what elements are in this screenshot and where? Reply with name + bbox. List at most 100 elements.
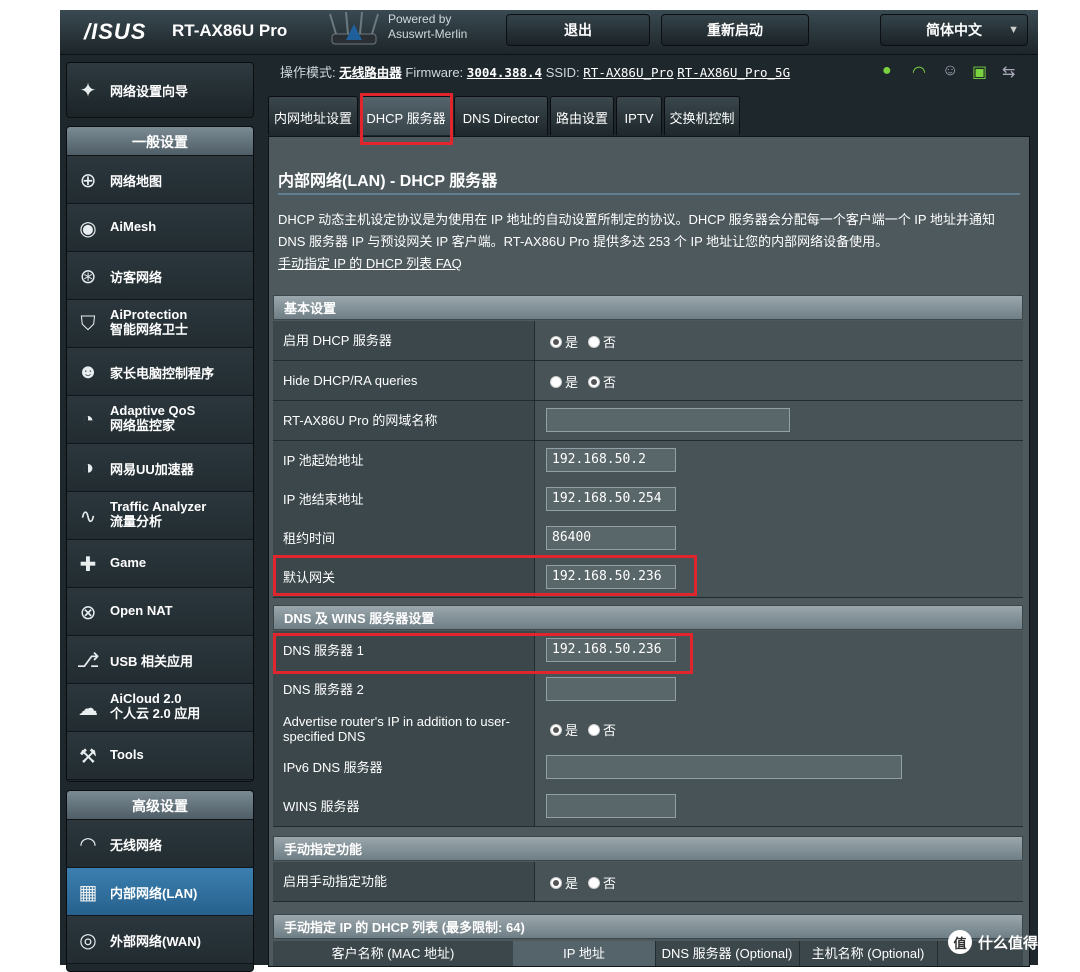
parental-control-icon: ☻ — [77, 360, 99, 383]
enable-dhcp-yes-radio[interactable]: 是 — [550, 332, 578, 351]
ipv6-dns-input[interactable] — [546, 755, 902, 779]
faq-link[interactable]: 手动指定 IP 的 DHCP 列表 FAQ — [278, 253, 462, 272]
sidebar-item-wan[interactable]: ◎ 外部网络(WAN) — [67, 916, 253, 964]
sidebar-item-guest-network[interactable]: ⊛ 访客网络 — [67, 252, 253, 300]
advanced-settings-header: 高级设置 — [67, 791, 253, 820]
hide-ra-yes-radio[interactable]: 是 — [550, 372, 578, 391]
dns2-input[interactable] — [546, 677, 676, 701]
tab-dns-director[interactable]: DNS Director — [454, 96, 548, 135]
watermark: 值 什么值得买 — [948, 928, 1053, 956]
wrench-icon: ⚒ — [79, 745, 97, 768]
ssid-2g-link[interactable]: RT-AX86U_Pro — [583, 65, 673, 80]
sidebar-item-title: 家长电脑控制程序 — [110, 366, 215, 381]
sidebar-item-title: AiCloud 2.0 — [110, 691, 182, 706]
sidebar-item-wireless[interactable]: ◠ 无线网络 — [67, 820, 253, 868]
pool-start-input[interactable]: 192.168.50.2 — [546, 448, 676, 472]
page-description: DHCP 动态主机设定协议是为使用在 IP 地址的自动设置所制定的协议。DHCP… — [278, 209, 1023, 253]
setup-wizard-button[interactable]: ✦ 网络设置向导 — [66, 62, 254, 118]
logout-button[interactable]: 退出 — [506, 14, 650, 46]
tab-iptv[interactable]: IPTV — [616, 96, 662, 135]
wireless-icon: ◠ — [79, 833, 97, 856]
language-select[interactable]: 简体中文 ▼ — [880, 14, 1028, 46]
sidebar-item-gauge[interactable]: ◔ Adaptive QoS 网络监控家 — [67, 396, 253, 444]
row-wins: WINS 服务器 — [273, 787, 1023, 827]
sidebar-item-lan[interactable]: ▦ 内部网络(LAN) — [67, 868, 253, 916]
wifi-icon[interactable]: ◠ — [912, 62, 926, 82]
row-domain-name: RT-AX86U Pro 的网域名称 — [273, 401, 1023, 441]
manual-yes-radio[interactable]: 是 — [550, 873, 578, 892]
usb-icon[interactable]: ⇆ — [1002, 62, 1015, 82]
wizard-label: 网络设置向导 — [110, 84, 189, 99]
globe-icon[interactable]: ● — [882, 62, 892, 80]
sidebar-item-shield[interactable]: ⛉ AiProtection 智能网络卫士 — [67, 300, 253, 348]
sidebar-item-cloud[interactable]: ☁ AiCloud 2.0 个人云 2.0 应用 — [67, 684, 253, 732]
radio-dot — [550, 376, 562, 388]
traffic-icon: ∿ — [79, 505, 97, 528]
manual-list-table-header: 客户名称 (MAC 地址) IP 地址 DNS 服务器 (Optional) 主… — [273, 941, 1023, 966]
devices-icon[interactable]: ▣ — [972, 62, 987, 82]
radio-yes-label: 是 — [565, 723, 579, 738]
hide-ra-label: Hide DHCP/RA queries — [273, 361, 535, 400]
tab-switch-control[interactable]: 交换机控制 — [664, 96, 740, 135]
pool-end-input[interactable]: 192.168.50.254 — [546, 487, 676, 511]
sidebar-item-title: 外部网络(WAN) — [110, 934, 201, 949]
speed-icon: ◑ — [81, 456, 95, 479]
hide-ra-no-radio[interactable]: 否 — [588, 372, 616, 391]
sidebar-item-title: 网易UU加速器 — [110, 462, 194, 477]
pool-end-label: IP 池结束地址 — [273, 480, 535, 519]
sidebar-item-speed[interactable]: ◑ 网易UU加速器 — [67, 444, 253, 492]
open-nat-icon: ⊗ — [79, 601, 97, 624]
usb-app-icon: ⎇ — [76, 649, 100, 672]
radio-dot — [550, 877, 562, 889]
sidebar-item-label: USB 相关应用 — [110, 651, 193, 670]
sidebar-item-subtitle: 个人云 2.0 应用 — [110, 706, 201, 721]
sidebar-item-label: AiProtection 智能网络卫士 — [110, 307, 188, 337]
page-title: 内部网络(LAN) - DHCP 服务器 — [278, 173, 498, 190]
dns2-label: DNS 服务器 2 — [273, 670, 535, 709]
wins-input[interactable] — [546, 794, 676, 818]
sidebar-item-title: AiProtection — [110, 307, 188, 322]
radio-dot — [550, 336, 562, 348]
col-host-name: 主机名称 (Optional) — [799, 941, 938, 966]
sidebar-item-label: Traffic Analyzer 流量分析 — [110, 499, 206, 529]
network-map-icon: ⊕ — [79, 169, 97, 192]
firmware-value-link[interactable]: 3004.388.4 — [467, 65, 542, 80]
mode-value-link[interactable]: 无线路由器 — [339, 65, 402, 80]
wan-icon: ◎ — [79, 929, 97, 952]
tab-route[interactable]: 路由设置 — [550, 96, 614, 135]
advertise-no-radio[interactable]: 否 — [588, 720, 616, 739]
sidebar-item-parental-control[interactable]: ☻ 家长电脑控制程序 — [67, 348, 253, 396]
enable-dhcp-no-radio[interactable]: 否 — [588, 332, 616, 351]
shield-icon: ⛉ — [80, 312, 96, 335]
reboot-button[interactable]: 重新启动 — [661, 14, 809, 46]
manual-assign-header: 手动指定功能 — [273, 836, 1023, 861]
users-icon[interactable]: ☺ — [942, 62, 958, 80]
sidebar-item-label: Tools — [110, 747, 144, 762]
sidebar-item-traffic[interactable]: ∿ Traffic Analyzer 流量分析 — [67, 492, 253, 540]
sidebar-item-aimesh[interactable]: ◉ AiMesh — [67, 204, 253, 252]
sidebar-item-open-nat[interactable]: ⊗ Open NAT — [67, 588, 253, 636]
advertise-yes-radio[interactable]: 是 — [550, 720, 578, 739]
radio-dot — [588, 724, 600, 736]
sidebar-item-wrench[interactable]: ⚒ Tools — [67, 732, 253, 780]
powered-by-line1: Powered by — [388, 12, 452, 26]
row-hide-ra: Hide DHCP/RA queries 是 否 — [273, 361, 1023, 401]
asus-logo: /ISUS — [84, 19, 147, 44]
lease-time-label: 租约时间 — [273, 519, 535, 558]
manual-no-radio[interactable]: 否 — [588, 873, 616, 892]
sidebar-item-gamepad[interactable]: ✚ Game — [67, 540, 253, 588]
description-line1: DHCP 动态主机设定协议是为使用在 IP 地址的自动设置所制定的协议。DHCP… — [278, 212, 995, 227]
sidebar-item-title: USB 相关应用 — [110, 654, 194, 669]
advertise-router-label: Advertise router's IP in addition to use… — [273, 709, 535, 748]
lease-time-input[interactable]: 86400 — [546, 526, 676, 550]
sidebar-item-usb-app[interactable]: ⎇ USB 相关应用 — [67, 636, 253, 684]
ssid-5g-link[interactable]: RT-AX86U_Pro_5G — [677, 65, 790, 80]
radio-no-label: 否 — [603, 876, 617, 891]
general-settings-header: 一般设置 — [67, 127, 253, 156]
tab-lan-ip[interactable]: 内网地址设置 — [268, 96, 358, 135]
sidebar-item-label: 网络地图 — [110, 171, 162, 190]
sidebar-item-network-map[interactable]: ⊕ 网络地图 — [67, 156, 253, 204]
sidebar-item-title: 网络地图 — [110, 174, 163, 189]
row-enable-dhcp: 启用 DHCP 服务器 是 否 — [273, 321, 1023, 361]
domain-name-input[interactable] — [546, 408, 790, 432]
